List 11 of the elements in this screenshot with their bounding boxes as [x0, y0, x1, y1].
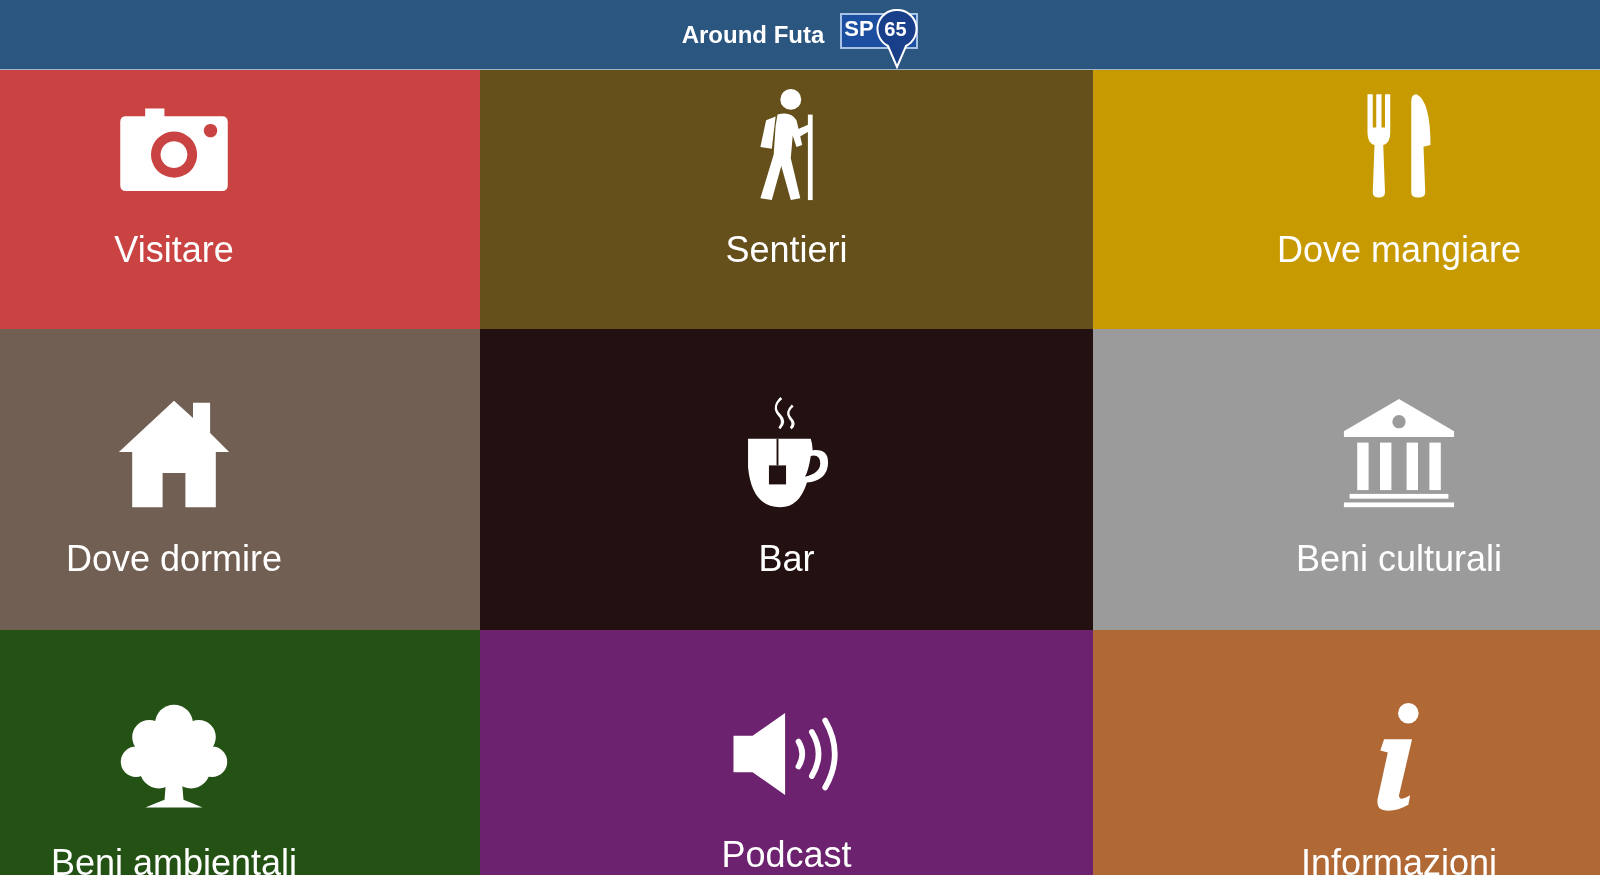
menu-tile[interactable]: Dove dormire	[0, 329, 480, 630]
logo-pin-icon	[840, 8, 919, 69]
app-title: Around Futa	[681, 19, 825, 50]
menu-tile[interactable]: Sentieri	[480, 70, 1093, 329]
menu-tile[interactable]: Beni ambientali	[0, 630, 480, 875]
logo-number: 65	[884, 16, 907, 42]
menu-tile[interactable]: Visitare	[0, 70, 480, 329]
menu-tile[interactable]: Bar	[480, 329, 1093, 630]
logo-text: SP	[844, 14, 874, 43]
menu-tile[interactable]: Podcast	[480, 630, 1093, 875]
menu-tile[interactable]: Informazioni	[1093, 630, 1600, 875]
